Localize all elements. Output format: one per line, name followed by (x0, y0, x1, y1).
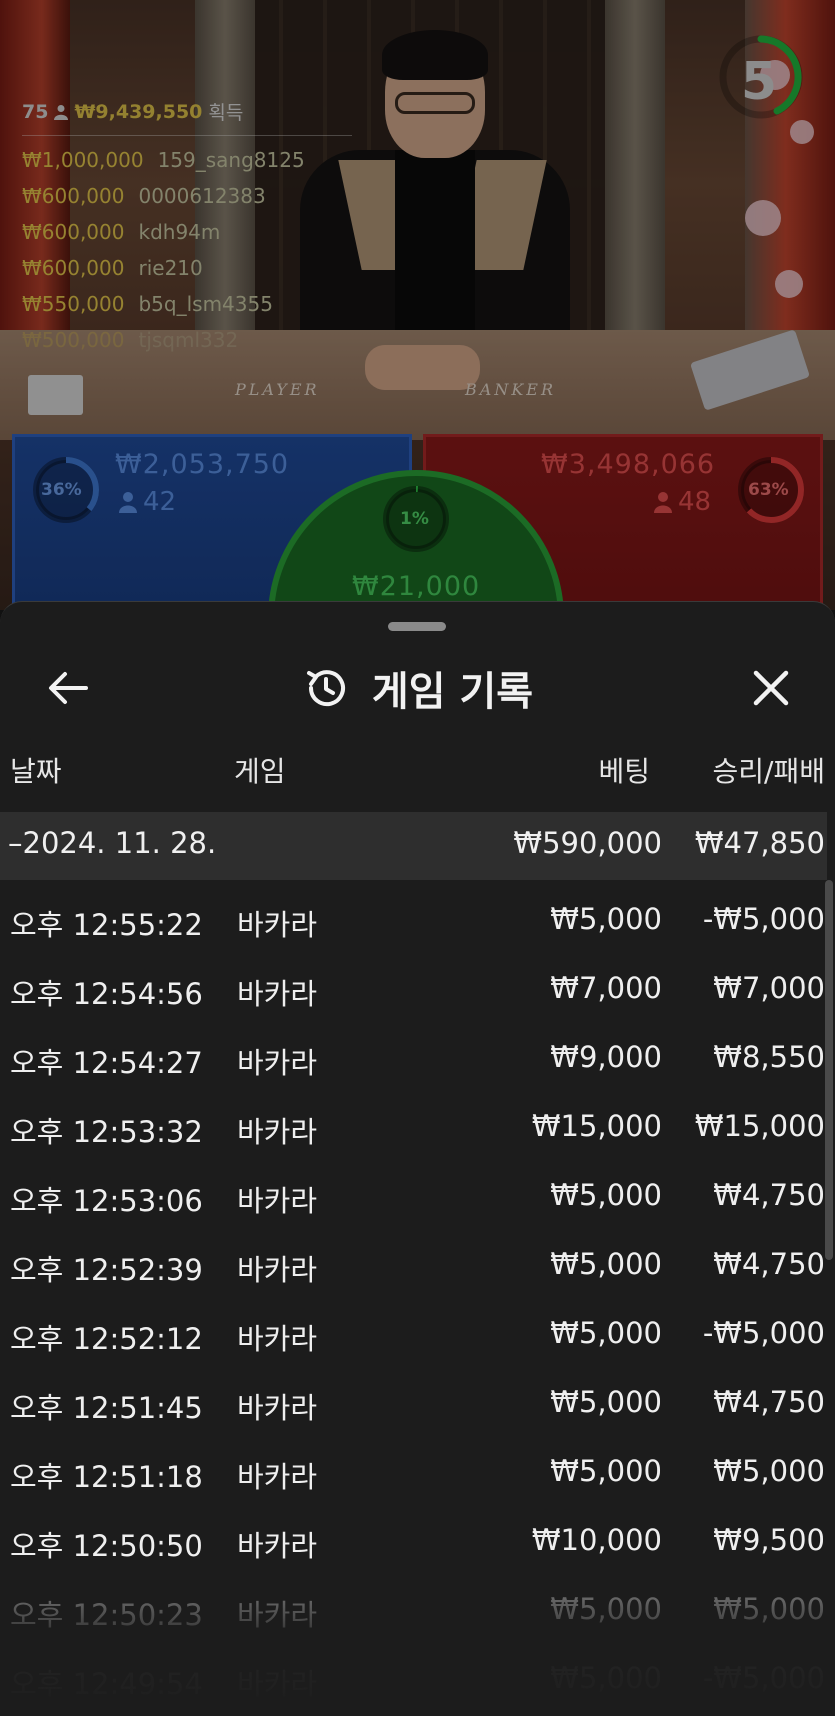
row-result: -₩5,000 (702, 1316, 825, 1350)
row-result: ₩8,550 (713, 1040, 825, 1074)
row-bet: ₩5,000 (550, 1661, 662, 1695)
history-list: 오후 12:55:22 바카라 ₩5,000 -₩5,000 오후 12:54:56 바카… (0, 886, 835, 1714)
row-result: ₩5,000 (713, 1592, 825, 1626)
group-total-result: ₩47,850 (694, 826, 825, 860)
video-dim-overlay (0, 0, 835, 610)
row-result: ₩15,000 (694, 1109, 825, 1143)
row-result: -₩5,000 (702, 1661, 825, 1695)
row-bet: ₩5,000 (550, 1178, 662, 1212)
sheet-title: 게임 기록 (371, 669, 534, 715)
group-date: –2024. 11. 28. (8, 826, 217, 860)
history-row[interactable]: 오후 12:51:45 바카라 ₩5,000 ₩4,750 (0, 1369, 835, 1438)
row-time: 오후 12:53:32 (10, 1115, 203, 1149)
row-time: 오후 12:50:50 (10, 1529, 203, 1563)
row-game: 바카라 (237, 1460, 318, 1494)
column-header-bet: 베팅 (598, 755, 650, 788)
row-game: 바카라 (237, 1598, 318, 1632)
row-result: -₩5,000 (702, 902, 825, 936)
row-game: 바카라 (237, 1322, 318, 1356)
sheet-header: 게임 기록 (0, 638, 835, 738)
close-button[interactable] (743, 660, 799, 716)
row-result: ₩4,750 (713, 1247, 825, 1281)
row-bet: ₩5,000 (550, 1316, 662, 1350)
row-time: 오후 12:55:22 (10, 908, 203, 942)
history-row[interactable]: 오후 12:52:39 바카라 ₩5,000 ₩4,750 (0, 1231, 835, 1300)
row-game: 바카라 (237, 1115, 318, 1149)
group-total-bet: ₩590,000 (513, 826, 662, 860)
row-time: 오후 12:53:06 (10, 1184, 203, 1218)
row-game: 바카라 (237, 1046, 318, 1080)
history-row[interactable]: 오후 12:53:32 바카라 ₩15,000 ₩15,000 (0, 1093, 835, 1162)
close-icon (753, 670, 789, 706)
row-game: 바카라 (237, 1667, 318, 1701)
row-bet: ₩15,000 (531, 1109, 662, 1143)
row-game: 바카라 (237, 908, 318, 942)
row-result: ₩4,750 (713, 1178, 825, 1212)
row-result: ₩5,000 (713, 1454, 825, 1488)
row-game: 바카라 (237, 1253, 318, 1287)
history-row[interactable]: 오후 12:49:54 바카라 ₩5,000 -₩5,000 (0, 1645, 835, 1714)
sheet-drag-handle[interactable] (388, 622, 446, 631)
row-game: 바카라 (237, 977, 318, 1011)
row-time: 오후 12:51:45 (10, 1391, 203, 1425)
row-result: ₩9,500 (713, 1523, 825, 1557)
row-time: 오후 12:54:56 (10, 977, 203, 1011)
history-row[interactable]: 오후 12:53:06 바카라 ₩5,000 ₩4,750 (0, 1162, 835, 1231)
history-row[interactable]: 오후 12:55:22 바카라 ₩5,000 -₩5,000 (0, 886, 835, 955)
arrow-left-icon (49, 672, 88, 704)
history-row[interactable]: 오후 12:51:18 바카라 ₩5,000 ₩5,000 (0, 1438, 835, 1507)
column-header-game: 게임 (234, 755, 286, 788)
row-game: 바카라 (237, 1391, 318, 1425)
row-result: ₩4,750 (713, 1385, 825, 1419)
history-row[interactable]: 오후 12:54:27 바카라 ₩9,000 ₩8,550 (0, 1024, 835, 1093)
history-row[interactable]: 오후 12:50:23 바카라 ₩5,000 ₩5,000 (0, 1576, 835, 1645)
row-game: 바카라 (237, 1184, 318, 1218)
row-bet: ₩10,000 (531, 1523, 662, 1557)
row-time: 오후 12:54:27 (10, 1046, 203, 1080)
row-time: 오후 12:50:23 (10, 1598, 203, 1632)
live-video: PLAYER BANKER 5 75 ₩9,439,550 획득 ₩1,000,… (0, 0, 835, 610)
row-game: 바카라 (237, 1529, 318, 1563)
row-time: 오후 12:52:39 (10, 1253, 203, 1287)
row-bet: ₩5,000 (550, 1385, 662, 1419)
history-row[interactable]: 오후 12:54:56 바카라 ₩7,000 ₩7,000 (0, 955, 835, 1024)
scrollbar[interactable] (825, 880, 833, 1260)
row-bet: ₩5,000 (550, 1592, 662, 1626)
row-bet: ₩7,000 (550, 971, 662, 1005)
history-row[interactable]: 오후 12:52:12 바카라 ₩5,000 -₩5,000 (0, 1300, 835, 1369)
row-time: 오후 12:52:12 (10, 1322, 203, 1356)
row-result: ₩7,000 (713, 971, 825, 1005)
row-time: 오후 12:51:18 (10, 1460, 203, 1494)
row-bet: ₩9,000 (550, 1040, 662, 1074)
back-button[interactable] (40, 660, 96, 716)
row-bet: ₩5,000 (550, 902, 662, 936)
sheet-title-group: 게임 기록 (0, 638, 835, 738)
column-header-result: 승리/패배 (712, 755, 825, 788)
history-row[interactable]: 오후 12:50:50 바카라 ₩10,000 ₩9,500 (0, 1507, 835, 1576)
history-icon (306, 670, 345, 707)
date-group-row[interactable]: –2024. 11. 28. ₩590,000 ₩47,850 (0, 812, 827, 880)
row-time: 오후 12:49:54 (10, 1667, 203, 1701)
row-bet: ₩5,000 (550, 1454, 662, 1488)
row-bet: ₩5,000 (550, 1247, 662, 1281)
column-header-date: 날짜 (10, 755, 62, 788)
